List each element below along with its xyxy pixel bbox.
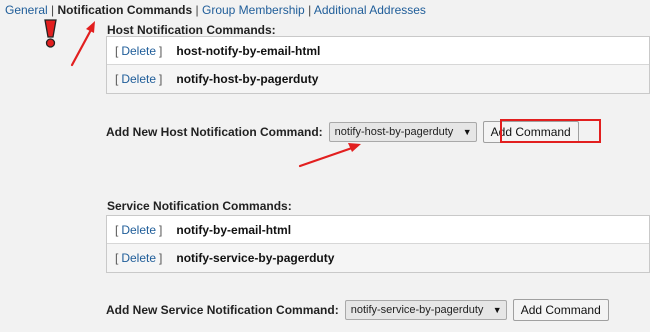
annotation-arrow-icon xyxy=(298,143,361,168)
service-command-name: notify-service-by-pagerduty xyxy=(176,251,335,265)
host-command-list: [ Delete ] host-notify-by-email-html [ D… xyxy=(106,36,650,94)
tab-bar: General | Notification Commands | Group … xyxy=(5,3,426,17)
host-command-select[interactable]: notify-host-by-pagerduty ▼ xyxy=(328,122,477,142)
list-item: [ Delete ] notify-host-by-pagerduty xyxy=(107,65,649,93)
add-service-command-label: Add New Service Notification Command: xyxy=(106,303,339,317)
tab-general[interactable]: General xyxy=(5,3,48,17)
bracket-open: [ xyxy=(115,72,119,86)
host-notification-commands-title: Host Notification Commands: xyxy=(107,23,276,37)
delete-host-command-link[interactable]: Delete xyxy=(121,72,156,86)
host-command-select-value: notify-host-by-pagerduty xyxy=(334,126,454,138)
list-item: [ Delete ] notify-by-email-html xyxy=(107,216,649,244)
bracket-close: ] xyxy=(159,43,163,58)
annotation-arrow-icon xyxy=(70,21,95,67)
list-item: [ Delete ] notify-service-by-pagerduty xyxy=(107,244,649,272)
host-command-name: notify-host-by-pagerduty xyxy=(176,72,319,86)
service-command-select[interactable]: notify-service-by-pagerduty ▼ xyxy=(344,300,507,320)
tab-additional-addresses[interactable]: Additional Addresses xyxy=(314,3,426,17)
tab-separator: | xyxy=(51,3,55,17)
add-host-command-button[interactable]: Add Command xyxy=(482,121,579,143)
bracket-close: ] xyxy=(159,222,163,237)
bracket-open: [ xyxy=(115,43,119,58)
bracket-close: ] xyxy=(159,72,163,86)
delete-host-command-link[interactable]: Delete xyxy=(121,44,156,58)
tab-group-membership[interactable]: Group Membership xyxy=(202,3,305,17)
add-service-command-button[interactable]: Add Command xyxy=(512,299,609,321)
service-command-list: [ Delete ] notify-by-email-html [ Delete… xyxy=(106,215,650,273)
add-service-command-row: Add New Service Notification Command: no… xyxy=(106,299,609,321)
list-item: [ Delete ] host-notify-by-email-html xyxy=(107,37,649,65)
tab-separator: | xyxy=(308,3,312,17)
add-host-command-row: Add New Host Notification Command: notif… xyxy=(106,121,579,143)
bracket-open: [ xyxy=(115,251,119,265)
bracket-close: ] xyxy=(159,251,163,265)
tab-separator: | xyxy=(195,3,199,17)
tab-notification-commands[interactable]: Notification Commands xyxy=(58,3,193,17)
dropdown-arrow-icon: ▼ xyxy=(462,127,472,137)
dropdown-arrow-icon: ▼ xyxy=(492,305,502,315)
service-command-name: notify-by-email-html xyxy=(176,222,292,237)
exclamation-icon xyxy=(44,19,57,48)
bracket-open: [ xyxy=(115,222,119,237)
host-command-name: host-notify-by-email-html xyxy=(176,43,321,58)
service-notification-commands-title: Service Notification Commands: xyxy=(107,199,292,213)
add-host-command-label: Add New Host Notification Command: xyxy=(106,125,323,139)
delete-service-command-link[interactable]: Delete xyxy=(121,251,156,265)
service-command-select-value: notify-service-by-pagerduty xyxy=(350,304,484,316)
delete-service-command-link[interactable]: Delete xyxy=(121,223,156,237)
